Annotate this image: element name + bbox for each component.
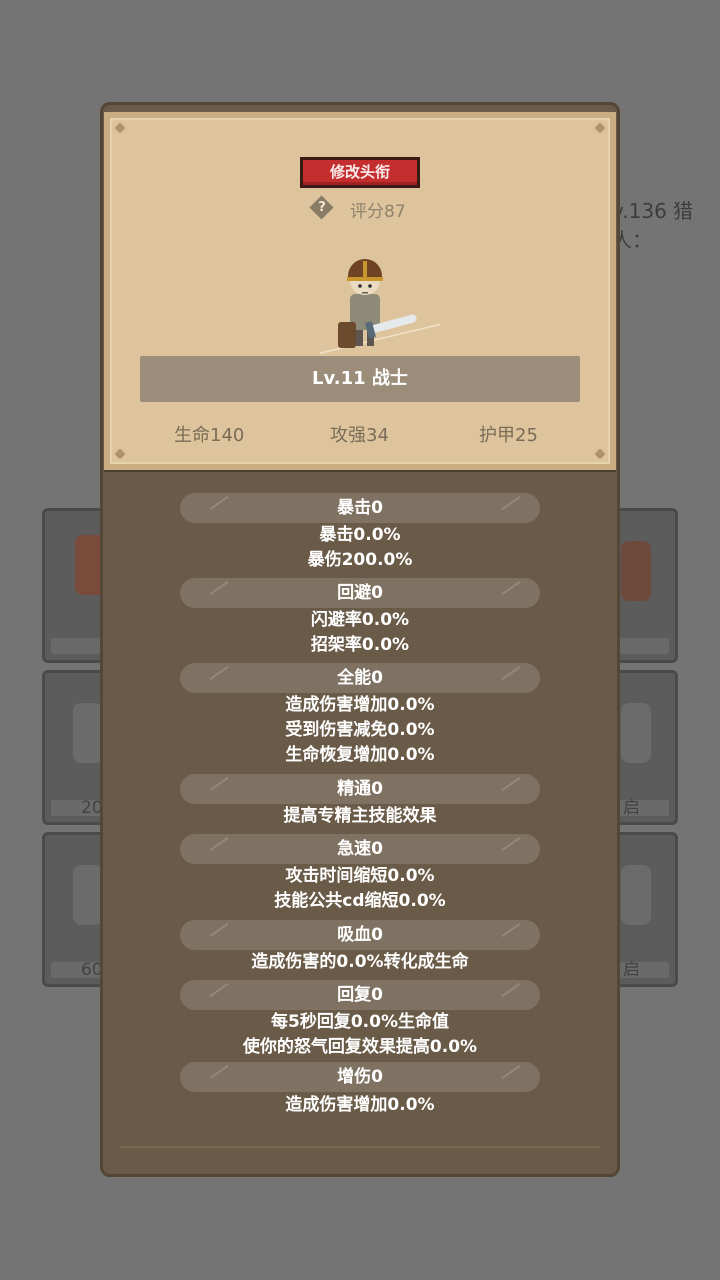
pill-streak	[209, 495, 229, 511]
stat-armor: 护甲25	[479, 425, 538, 446]
question-diamond-icon[interactable]: ?	[309, 195, 334, 220]
pill-streak	[501, 1064, 521, 1080]
attr-evade-line-1: 闪避率0.0%	[310, 610, 410, 630]
background-card-figure	[621, 865, 651, 925]
attr-damage-bonus-pill: 增伤0	[180, 1062, 540, 1092]
background-level-text: v.136 猎人：	[612, 199, 694, 252]
attr-damage-bonus-line-1: 造成伤害增加0.0%	[285, 1095, 435, 1115]
attr-versatility-line-3: 生命恢复增加0.0%	[285, 745, 435, 765]
attr-crit-line-2: 暴伤200.0%	[307, 550, 413, 570]
warrior-hero-image	[320, 259, 440, 354]
attr-versatility-pill: 全能0	[180, 663, 540, 693]
modal-bottom-divider	[120, 1146, 600, 1148]
attr-haste-line-2: 技能公共cd缩短0.0%	[274, 891, 446, 911]
attr-crit-title: 暴击0	[337, 498, 383, 518]
pill-streak	[209, 922, 229, 938]
attr-haste-title: 急速0	[337, 839, 383, 859]
attr-haste-line-1: 攻击时间缩短0.0%	[285, 866, 435, 886]
attr-mastery-title: 精通0	[337, 779, 383, 799]
attr-mastery-line-1: 提高专精主技能效果	[283, 806, 437, 826]
attr-mastery-pill: 精通0	[180, 774, 540, 804]
attr-evade-title: 回避0	[337, 583, 383, 603]
parchment-corner	[114, 448, 126, 460]
stat-attack: 攻强34	[330, 425, 389, 446]
attr-regen-title: 回复0	[337, 985, 383, 1005]
pill-streak	[209, 580, 229, 596]
attr-evade-line-2: 招架率0.0%	[310, 635, 410, 655]
pill-streak	[501, 922, 521, 938]
background-card-bar	[619, 638, 669, 654]
background-card-figure	[621, 541, 651, 601]
attr-versatility-line-1: 造成伤害增加0.0%	[285, 695, 435, 715]
pill-streak	[209, 836, 229, 852]
attr-lifesteal-pill: 吸血0	[180, 920, 540, 950]
parchment-corner	[594, 122, 606, 134]
background-card-figure	[621, 703, 651, 763]
background-card-label: 启	[623, 798, 640, 818]
pill-streak	[501, 495, 521, 511]
pill-streak	[501, 836, 521, 852]
parchment-corner	[114, 122, 126, 134]
attr-damage-bonus-title: 增伤0	[337, 1067, 383, 1087]
background-card-figure	[73, 865, 103, 925]
pill-streak	[501, 580, 521, 596]
question-mark-glyph: ?	[318, 200, 326, 215]
background-card-right-2: 启	[610, 670, 678, 825]
background-card-bar	[51, 638, 101, 654]
change-title-button[interactable]: 修改头衔	[300, 157, 420, 188]
background-card-right-3: 启	[610, 832, 678, 987]
attr-haste-pill: 急速0	[180, 834, 540, 864]
stat-hp: 生命140	[174, 425, 245, 446]
attr-versatility-line-2: 受到伤害减免0.0%	[285, 720, 435, 740]
attr-regen-line-2: 使你的怒气回复效果提高0.0%	[242, 1037, 478, 1057]
attr-lifesteal-title: 吸血0	[337, 925, 383, 945]
score-label: 评分87	[350, 202, 406, 222]
background-card-right-1	[610, 508, 678, 663]
pill-streak	[209, 1064, 229, 1080]
pill-streak	[501, 982, 521, 998]
pill-streak	[501, 776, 521, 792]
parchment-corner	[594, 448, 606, 460]
pill-streak	[209, 776, 229, 792]
attr-evade-pill: 回避0	[180, 578, 540, 608]
hero-name-bar: Lv.11 战士	[140, 356, 580, 402]
attr-regen-line-1: 每5秒回复0.0%生命值	[271, 1012, 449, 1032]
attr-crit-pill: 暴击0	[180, 493, 540, 523]
attr-lifesteal-line-1: 造成伤害的0.0%转化成生命	[251, 952, 469, 972]
attr-crit-line-1: 暴击0.0%	[319, 525, 401, 545]
pill-streak	[209, 665, 229, 681]
pill-streak	[501, 665, 521, 681]
background-card-figure	[73, 703, 103, 763]
attr-versatility-title: 全能0	[337, 668, 383, 688]
background-card-label: 启	[623, 960, 640, 980]
attr-regen-pill: 回复0	[180, 980, 540, 1010]
pill-streak	[209, 982, 229, 998]
